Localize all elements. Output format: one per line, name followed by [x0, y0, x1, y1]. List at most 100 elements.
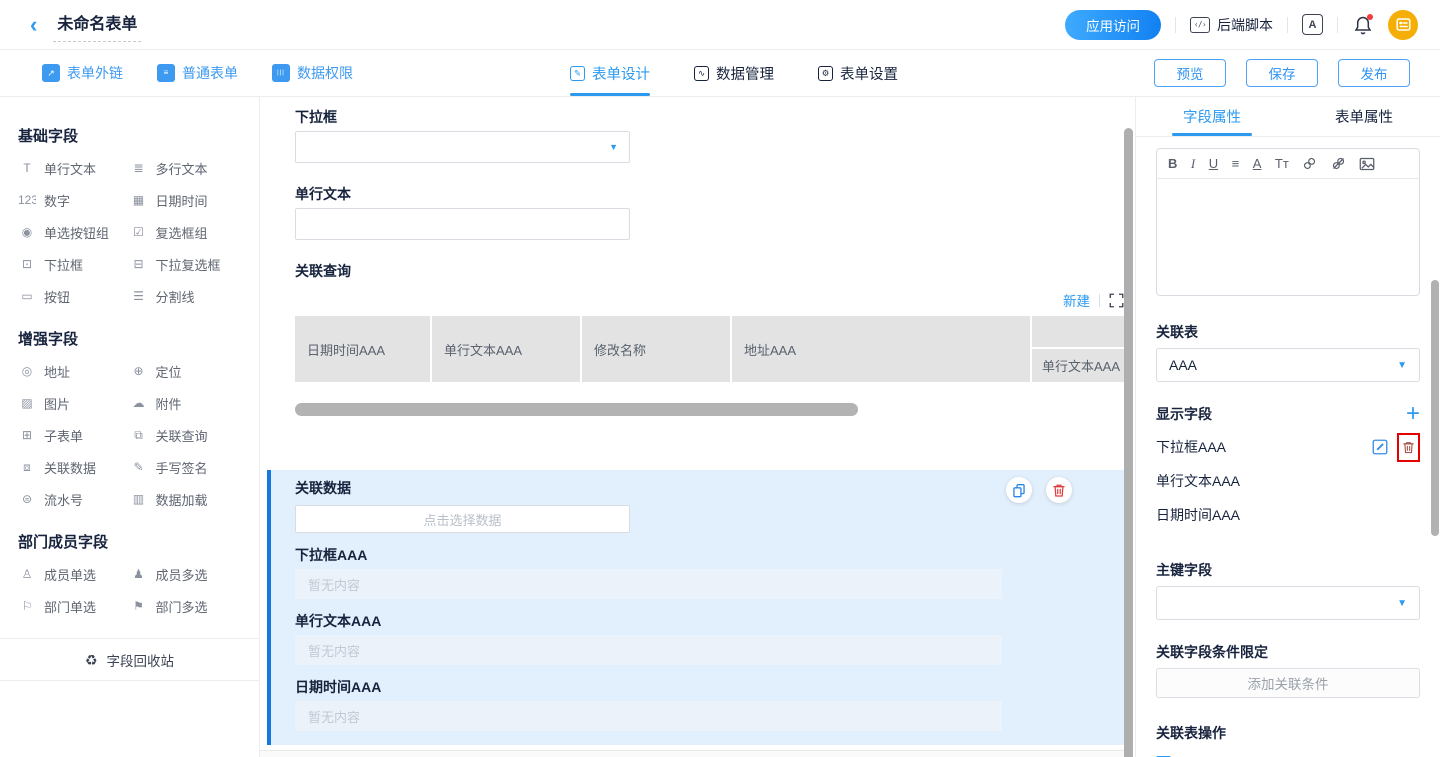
field-type-label: 下拉复选框: [156, 255, 221, 274]
field-recycle-bin-button[interactable]: ♻ 字段回收站: [0, 639, 259, 680]
back-icon[interactable]: ‹: [30, 14, 37, 36]
new-record-link[interactable]: 新建: [1063, 290, 1090, 310]
field-type-icon: ☑: [130, 226, 148, 238]
italic-icon[interactable]: I: [1191, 157, 1195, 170]
selected-field-block[interactable]: 关联数据 点击选择数据 下拉框AAA 暂无内容: [267, 470, 1124, 745]
form-external-link-button[interactable]: ↗ 表单外链: [42, 63, 123, 83]
related-table-select[interactable]: AAA ▼: [1156, 348, 1420, 382]
preview-button[interactable]: 预览: [1154, 59, 1226, 87]
header-divider: [1287, 17, 1288, 33]
field-type-item[interactable]: ☁ 附件: [130, 387, 242, 419]
field-type-item[interactable]: ♟ 成员多选: [130, 558, 242, 590]
field-type-icon: ⧉: [130, 429, 148, 441]
field-type-icon: ≣: [130, 162, 148, 174]
field-type-item[interactable]: ⊕ 定位: [130, 355, 242, 387]
expand-icon[interactable]: [1109, 293, 1124, 308]
linked-query-table[interactable]: 日期时间AAA 单行文本AAA 修改名称 地址AAA 单行文本AAA: [295, 316, 1124, 382]
field-type-label: 数据加载: [156, 490, 208, 509]
field-type-item[interactable]: ⊟ 下拉复选框: [130, 248, 242, 280]
field-type-icon: ⊟: [130, 258, 148, 270]
allow-add-label: 允许新增关联表数据: [1179, 753, 1301, 757]
field-type-item[interactable]: 123 数字: [18, 184, 130, 216]
unlink-icon[interactable]: [1331, 156, 1346, 171]
image-icon[interactable]: [1359, 157, 1375, 171]
field-type-label: 成员单选: [44, 565, 96, 584]
backend-script-button[interactable]: ‹/› 后端脚本: [1190, 15, 1273, 35]
table-horizontal-scrollbar[interactable]: [295, 403, 858, 416]
delete-display-field-icon[interactable]: [1402, 440, 1415, 455]
save-button[interactable]: 保存: [1246, 59, 1318, 87]
edit-icon[interactable]: [1371, 438, 1389, 456]
tab-field-properties[interactable]: 字段属性: [1136, 97, 1288, 136]
field-type-label: 地址: [44, 362, 70, 381]
font-size-icon[interactable]: Tт: [1275, 157, 1289, 170]
field-type-icon: ▭: [18, 290, 36, 302]
align-icon[interactable]: ≡: [1232, 157, 1240, 170]
field-type-item[interactable]: ⚐ 部门单选: [18, 590, 130, 622]
enhanced-fields-grid: ◎ 地址 ⊕ 定位 ▨ 图片: [18, 355, 241, 515]
form-canvas[interactable]: 下拉框 ▼ 单行文本 关联查询 新建 日期时间AA: [260, 97, 1135, 757]
field-type-item[interactable]: ⊜ 流水号: [18, 483, 130, 515]
tab-form-settings-label: 表单设置: [840, 63, 898, 84]
form-settings-icon: ⚙: [818, 66, 833, 81]
add-display-field-icon[interactable]: +: [1406, 404, 1420, 424]
tab-form-settings[interactable]: ⚙ 表单设置: [818, 50, 898, 96]
top-header: ‹ 未命名表单 应用访问 ‹/› 后端脚本 A: [0, 0, 1440, 50]
field-type-item[interactable]: ◉ 单选按钮组: [18, 216, 130, 248]
font-color-icon[interactable]: A: [1253, 157, 1262, 170]
field-type-icon: ♟: [130, 568, 148, 580]
add-condition-button[interactable]: 添加关联条件: [1156, 668, 1420, 698]
panel-vertical-scrollbar[interactable]: [1431, 280, 1439, 536]
field-type-item[interactable]: ⊞ 子表单: [18, 419, 130, 451]
publish-button[interactable]: 发布: [1338, 59, 1410, 87]
data-picker-input[interactable]: 点击选择数据: [295, 505, 630, 533]
header-divider: [1175, 17, 1176, 33]
tab-form-properties[interactable]: 表单属性: [1288, 97, 1440, 136]
notification-bell-icon[interactable]: [1352, 14, 1374, 36]
data-permission-button[interactable]: ||| 数据权限: [272, 63, 353, 83]
tab-form-design[interactable]: ✎ 表单设计: [570, 50, 650, 96]
select-field-input[interactable]: ▼: [295, 131, 630, 163]
primary-field-select[interactable]: ▼: [1156, 586, 1420, 620]
underline-icon[interactable]: U: [1209, 157, 1218, 170]
field-type-label: 附件: [156, 394, 182, 413]
form-toolbar: ↗ 表单外链 ≡ 普通表单 ||| 数据权限 ✎ 表单设计 ∿ 数据管理 ⚙: [0, 50, 1440, 97]
field-type-item[interactable]: ☰ 分割线: [130, 280, 242, 312]
description-rich-editor[interactable]: B I U ≡ A Tт: [1156, 148, 1420, 296]
avatar[interactable]: [1388, 10, 1418, 40]
field-type-label: 部门单选: [44, 597, 96, 616]
app-access-button[interactable]: 应用访问: [1065, 10, 1161, 40]
translate-icon[interactable]: A: [1302, 14, 1323, 35]
link-icon[interactable]: [1302, 156, 1317, 171]
field-type-item[interactable]: ✎ 手写签名: [130, 451, 242, 483]
table-header-row: 日期时间AAA 单行文本AAA 修改名称 地址AAA: [295, 316, 1030, 382]
field-type-item[interactable]: T 单行文本: [18, 152, 130, 184]
field-type-item[interactable]: ⊡ 下拉框: [18, 248, 130, 280]
form-title[interactable]: 未命名表单: [53, 8, 141, 42]
plain-form-button[interactable]: ≡ 普通表单: [157, 63, 238, 83]
editor-toolbar: B I U ≡ A Tт: [1157, 149, 1419, 179]
field-type-item[interactable]: ≣ 多行文本: [130, 152, 242, 184]
field-type-icon: ⊕: [130, 365, 148, 377]
field-type-icon: ☁: [130, 397, 148, 409]
field-type-item[interactable]: ☑ 复选框组: [130, 216, 242, 248]
table-column-header: 日期时间AAA: [295, 316, 430, 382]
actions-divider: [1099, 294, 1100, 307]
canvas-vertical-scrollbar[interactable]: [1124, 128, 1133, 757]
field-type-item[interactable]: ▥ 数据加载: [130, 483, 242, 515]
field-type-item[interactable]: ⧉ 关联查询: [130, 419, 242, 451]
text-field-input[interactable]: [295, 208, 630, 240]
chevron-down-icon: ▼: [609, 143, 618, 152]
bold-icon[interactable]: B: [1168, 157, 1177, 170]
code-icon: ‹/›: [1190, 17, 1210, 33]
field-type-item[interactable]: ⧈ 关联数据: [18, 451, 130, 483]
field-type-item[interactable]: ▭ 按钮: [18, 280, 130, 312]
field-type-item[interactable]: ▨ 图片: [18, 387, 130, 419]
field-type-item[interactable]: ♙ 成员单选: [18, 558, 130, 590]
delete-field-button[interactable]: [1046, 477, 1072, 503]
field-type-item[interactable]: ⚑ 部门多选: [130, 590, 242, 622]
field-type-item[interactable]: ◎ 地址: [18, 355, 130, 387]
copy-field-button[interactable]: [1006, 477, 1032, 503]
tab-data-manage[interactable]: ∿ 数据管理: [694, 50, 774, 96]
field-type-item[interactable]: ▦ 日期时间: [130, 184, 242, 216]
